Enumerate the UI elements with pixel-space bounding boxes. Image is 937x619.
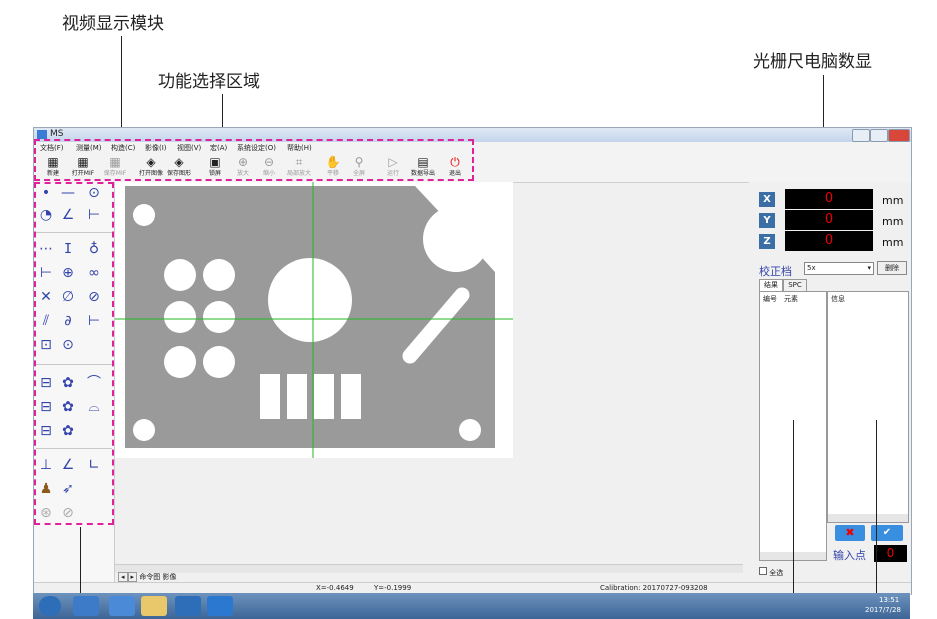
x-unit: mm [882,194,904,207]
select-all-checkbox[interactable]: 全选 [759,567,783,578]
folder-icon[interactable] [141,596,167,616]
input-point-label: 输入点 [833,549,866,562]
clear-point-button[interactable]: ✖ [835,525,865,541]
tool-panel-highlight [34,182,114,525]
tab-command-view[interactable]: 命令图 [139,573,160,581]
annotation-video-display: 视频显示模块 [62,14,164,34]
browser-icon[interactable] [73,596,99,616]
annotation-line-results [793,420,794,619]
tray-time: 13:51 [879,596,900,604]
media-icon[interactable] [109,596,135,616]
column-element: 元素 [784,295,798,303]
tray-date: 2017/7/28 [865,606,901,614]
minimize-button[interactable] [852,129,870,142]
z-unit: mm [882,236,904,249]
info-list[interactable]: 信息 [827,291,909,523]
status-x: X=-0.4649 [316,584,354,592]
close-button[interactable] [888,129,910,142]
video-display[interactable] [115,182,513,458]
dro-panel: X 0 mm Y 0 mm Z 0 mm 校正档 5x ▾ 删除 结果 SPC 编… [749,182,911,582]
next-tab-icon[interactable]: ▸ [127,572,138,582]
y-unit: mm [882,215,904,228]
prev-tab-icon[interactable]: ◂ [118,572,128,582]
y-display: 0 [785,210,873,230]
app-window: MS 文档(F) 测量(M) 构造(C) 影像(I) 视图(V) 宏(A) 系统… [33,127,912,595]
chevron-down-icon: ▾ [867,264,871,272]
window-title: MS [50,129,64,139]
maximize-button[interactable] [870,129,888,142]
status-calibration: Calibration: 20170727-093208 [600,584,708,592]
z-axis-button[interactable]: Z [759,234,775,249]
tab-image-view[interactable]: 影像 [163,573,177,581]
view-tabs: ◂ ▸ 命令图 影像 [118,572,177,582]
taskbar: 13:51 2017/7/28 [33,593,910,619]
annotation-line-input [876,420,877,619]
word-icon[interactable] [207,596,233,616]
app-logo-icon [37,130,47,139]
select-all-label: 全选 [769,569,784,577]
view-background [115,458,743,564]
delete-button[interactable]: 删除 [877,261,907,275]
calibration-label: 校正档 [759,265,792,278]
function-area-highlight [34,139,474,181]
status-y: Y=-0.1999 [374,584,412,592]
z-display: 0 [785,231,873,251]
annotation-function-area: 功能选择区域 [158,72,260,92]
horizontal-scrollbar[interactable] [115,564,743,573]
start-button[interactable] [39,596,61,616]
column-number: 编号 [763,295,777,303]
calibration-select[interactable]: 5x ▾ [804,262,874,275]
ms-app-icon[interactable] [175,596,201,616]
info-scrollbar[interactable] [828,514,908,522]
annotation-dro: 光栅尺电脑数显 [753,52,872,72]
column-info: 信息 [831,295,845,303]
x-display: 0 [785,189,873,209]
input-point-display: 0 [874,545,907,562]
y-axis-button[interactable]: Y [759,213,775,228]
x-axis-button[interactable]: X [759,192,775,207]
part-image [115,182,513,458]
